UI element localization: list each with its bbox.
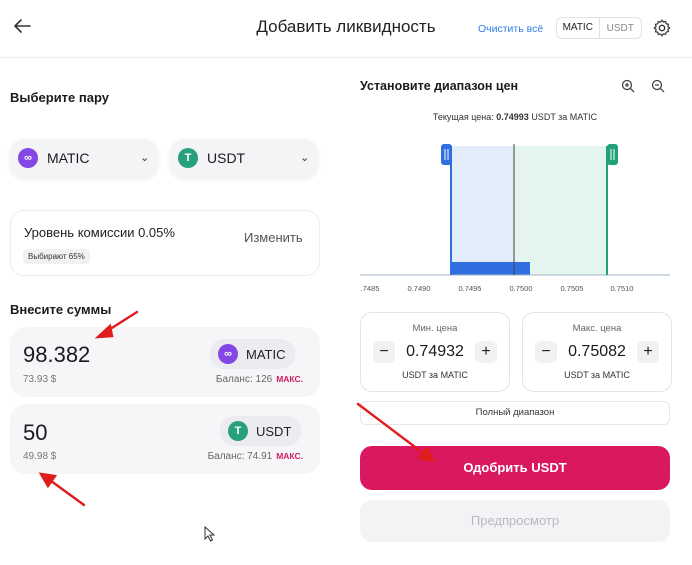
amount-a-input[interactable]: 98.382 [23,342,90,368]
usdt-icon: T [228,421,248,441]
zoom-in-icon[interactable] [620,78,636,94]
min-price-box: Мин. цена − 0.74932 + USDT за MATIC [360,312,510,392]
amount-b-usd: 49.98 $ [23,451,57,462]
price-range-chart: .7485 0.7490 0.7495 0.7500 0.7505 0.7510 [360,144,670,293]
amount-a-balance: Баланс: 126 МАКС. [216,374,303,385]
token-b-label: USDT [207,150,246,166]
fee-popularity-badge: Выбирают 65% [23,249,90,264]
amount-a-token-label: MATIC [246,346,286,362]
max-button[interactable]: МАКС. [276,374,303,384]
x-tick-label: .7485 [361,284,380,293]
x-tick-label: 0.7510 [611,284,634,293]
max-range-handle[interactable] [607,144,618,165]
amount-a-token: ∞ MATIC [210,339,296,369]
zoom-out-icon[interactable] [650,78,666,94]
current-price: Текущая цена: 0.74993 USDT за MATIC [360,112,670,122]
matic-icon: ∞ [18,148,38,168]
range-title: Установите диапазон цен [360,79,519,93]
max-price-box: Макс. цена − 0.75082 + USDT за MATIC [522,312,672,392]
chevron-down-icon: ⌄ [300,152,310,164]
x-tick-label: 0.7495 [459,284,482,293]
amount-a-card: 98.382 73.93 $ ∞ MATIC Баланс: 126 МАКС. [10,327,320,397]
range-right-area [514,146,607,275]
amount-b-token: T USDT [220,416,302,446]
amount-b-input[interactable]: 50 [23,420,47,446]
max-button[interactable]: МАКС. [276,451,303,461]
max-price-unit: USDT за MATIC [564,370,630,380]
current-price-unit: USDT за MATIC [531,112,598,122]
preview-button[interactable]: Предпросмотр [360,500,670,542]
amounts-label: Внесите суммы [10,302,112,317]
liquidity-bar [451,262,530,275]
token-a-select[interactable]: ∞ MATIC ⌄ [10,139,158,177]
fee-tier-card: Уровень комиссии 0.05% Выбирают 65% Изме… [10,210,320,276]
change-fee-button[interactable]: Изменить [244,230,303,245]
amount-b-balance: Баланс: 74.91 МАКС. [208,451,303,462]
amount-a-balance-text: Баланс: 126 [215,374,273,385]
x-tick-label: 0.7505 [561,284,584,293]
pair-label: Выберите пару [10,90,109,105]
x-tick-label: 0.7490 [408,284,431,293]
min-range-handle[interactable] [441,144,452,165]
min-increment-button[interactable]: + [475,341,497,363]
amount-b-balance-text: Баланс: 74.91 [207,451,273,462]
max-increment-button[interactable]: + [637,341,659,363]
x-axis-ticks: .7485 0.7490 0.7495 0.7500 0.7505 0.7510 [361,284,634,293]
fee-tier-text: Уровень комиссии 0.05% [24,225,175,240]
token-b-select[interactable]: T USDT ⌄ [170,139,318,177]
token-a-label: MATIC [47,150,90,166]
header: Добавить ликвидность Очистить всё MATIC … [0,0,692,58]
max-price-title: Макс. цена [572,323,622,334]
mouse-cursor-icon [204,526,216,542]
amount-b-card: 50 49.98 $ T USDT Баланс: 74.91 МАКС. [10,404,320,474]
toggle-matic[interactable]: MATIC [557,18,600,38]
arrow-head [38,472,58,489]
matic-icon: ∞ [218,344,238,364]
chevron-down-icon: ⌄ [140,152,150,164]
range-left-area [451,146,514,275]
min-price-title: Мин. цена [412,323,458,334]
price-unit-toggle[interactable]: MATIC USDT [556,17,642,39]
min-price-unit: USDT за MATIC [402,370,468,380]
amount-a-usd: 73.93 $ [23,374,57,385]
toggle-usdt[interactable]: USDT [600,23,642,34]
current-price-label: Текущая цена: [432,112,494,122]
usdt-icon: T [178,148,198,168]
amount-b-token-label: USDT [256,423,292,439]
clear-all-button[interactable]: Очистить всё [478,23,543,35]
x-tick-label: 0.7500 [510,284,533,293]
gear-icon[interactable] [652,18,672,38]
full-range-button[interactable]: Полный диапазон [360,401,670,425]
current-price-value: 0.74993 [496,112,529,122]
approve-usdt-button[interactable]: Одобрить USDT [360,446,670,490]
annotation-arrow [45,476,86,507]
